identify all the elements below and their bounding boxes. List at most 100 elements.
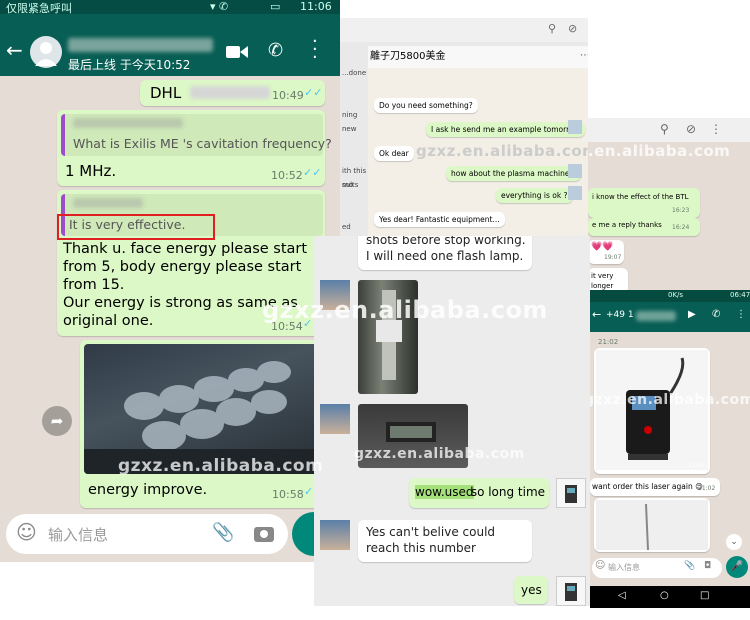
message-text: so long time — [467, 485, 546, 499]
message-text: longer — [591, 282, 614, 290]
message-time: 21:02 — [698, 485, 716, 492]
camera-icon[interactable] — [254, 524, 274, 542]
back-arrow-icon[interactable]: ← — [592, 308, 601, 321]
message-image: 21:07 — [594, 348, 710, 474]
middle-bottom-chat: shots before stop working. I will need o… — [314, 236, 590, 606]
mic-button[interactable]: 🎤 — [726, 556, 748, 578]
watermark: gzxz.en.alibaba.com — [416, 142, 588, 160]
home-nav-icon[interactable]: ○ — [660, 590, 669, 601]
emoji-icon[interactable]: ☺ — [595, 560, 605, 571]
message-input[interactable]: 输入信息 — [608, 562, 640, 573]
signal-icon: ▾ ✆ — [210, 0, 229, 13]
message-text: e me a reply thanks — [592, 221, 662, 229]
forward-icon[interactable]: ➦ — [42, 406, 72, 436]
watermark: gzxz.en.alibaba.com — [590, 392, 750, 408]
avatar — [568, 164, 582, 178]
contact-name: +49 1 — [606, 310, 634, 320]
snippet: sults — [342, 181, 359, 189]
avatar[interactable] — [30, 36, 62, 68]
message-in: shots before stop working. I will need o… — [358, 236, 532, 270]
message-text: 1 MHz. — [65, 162, 117, 180]
video-call-icon[interactable] — [226, 44, 248, 60]
recents-nav-icon[interactable]: □ — [700, 590, 709, 601]
menu-icon[interactable]: ⋮ — [710, 122, 722, 136]
message-time: 10:52 — [271, 169, 303, 182]
message-emoji: 💗💗 19:07 — [588, 240, 624, 264]
message-out: yes — [514, 576, 548, 604]
top-toolbar: ⚲ ⊘ — [340, 18, 588, 42]
device-photo[interactable] — [596, 500, 708, 550]
snippet: ...done — [342, 69, 367, 77]
watermark: gzxz.en.alibaba.com — [354, 446, 525, 462]
scroll-down-button[interactable]: ⌄ — [726, 534, 742, 550]
message-input-bar[interactable]: ☺ 输入信息 📎 ◘ — [592, 558, 722, 578]
menu-dots-icon[interactable]: ⋯ — [580, 50, 588, 61]
attach-icon[interactable]: ⊘ — [568, 22, 577, 35]
attach-icon[interactable]: ⊘ — [686, 122, 696, 136]
network-speed: 0K/s — [668, 291, 684, 299]
side-snippets: ...done ning new ith this mo sults ed po… — [340, 58, 368, 231]
search-icon[interactable]: ⚲ — [548, 22, 556, 35]
message-input[interactable]: 输入信息 — [48, 524, 108, 545]
search-icon[interactable]: ⚲ — [660, 122, 669, 136]
message-text: Yes can't belive could reach this number — [366, 525, 496, 555]
date-chip: 21:02 — [598, 338, 619, 346]
message-input-bar[interactable]: ☺ 输入信息 📎 — [6, 514, 288, 554]
right-top-chat: ⚲ ⊘ ⋮ i know the effect of the BTL 16:23… — [588, 118, 750, 290]
message-in: Do you need something? — [374, 98, 478, 113]
message-time: 10:58 — [272, 488, 304, 501]
middle-top-chat: ...done ning new ith this mo sults ed po… — [340, 18, 588, 236]
back-arrow-icon[interactable]: ← — [6, 38, 23, 62]
message-in: Yes dear! Fantastic equipment... — [374, 212, 505, 227]
message-out: e me a reply thanks 16:24 — [588, 218, 700, 236]
chat-panel: 離子刀5800美金 ⋯ Do you need something? I ask… — [368, 46, 588, 236]
avatar — [320, 520, 350, 550]
menu-dots-icon[interactable]: ⋮ — [736, 309, 746, 320]
status-time: 06:47 — [730, 291, 750, 299]
right-bottom-phone: 0K/s 06:47 ← +49 1 ▶ ✆ ⋮ 21:02 21:07 wan… — [590, 290, 750, 608]
message-text: DHL — [150, 84, 182, 102]
chat-header-title: 離子刀5800美金 — [368, 46, 588, 68]
phone-call-icon[interactable]: ✆ — [268, 40, 283, 61]
message-in: Yes can't belive could reach this number — [358, 520, 532, 562]
attach-icon[interactable]: 📎 — [212, 522, 234, 543]
quote-text: It is very effective. — [69, 217, 186, 232]
machine-photo[interactable] — [84, 344, 321, 474]
status-time: 11:06 — [300, 0, 332, 13]
avatar — [556, 576, 586, 606]
message-text: want order this laser again 😊 — [592, 482, 703, 491]
message-in: want order this laser again 😊 21:02 — [590, 478, 720, 496]
message-reply-frequency: What is Exilis ME 's cavitation frequenc… — [57, 110, 332, 186]
nav-bar: ◁ ○ □ — [590, 586, 750, 608]
message-time: 10:49 — [272, 89, 304, 102]
quote-author-redacted — [73, 118, 183, 128]
message-in: Ok dear — [374, 146, 414, 161]
avatar — [556, 478, 586, 508]
avatar — [568, 186, 582, 200]
status-bar: 仅限紧急呼叫 ▾ ✆ ▭ 11:06 — [0, 0, 340, 15]
laser-machine-photo[interactable] — [596, 350, 708, 470]
message-out: everything is ok ? — [496, 188, 573, 203]
top-toolbar: ⚲ ⊘ ⋮ — [588, 118, 750, 142]
camera-icon[interactable]: ◘ — [704, 561, 711, 571]
message-image: energy improve. 10:58 ✓✓ — [80, 340, 325, 508]
message-time: 19:07 — [604, 254, 622, 261]
message-text-highlight: wow.used — [415, 485, 474, 499]
message-text: yes — [521, 583, 542, 597]
read-ticks-icon: ✓✓ — [303, 166, 322, 179]
emoji-icon[interactable]: ☺ — [16, 520, 37, 544]
watermark: gzxz.en.alibaba.com — [118, 456, 324, 476]
quote-author-redacted — [73, 198, 143, 208]
snippet: ning new — [342, 111, 358, 133]
message-time: 21:07 — [688, 462, 706, 469]
watermark: gzxz.en.alibaba.com — [588, 142, 731, 160]
phone-call-icon[interactable]: ✆ — [712, 309, 720, 320]
video-call-icon[interactable]: ▶ — [688, 309, 696, 320]
attach-icon[interactable]: 📎 — [684, 561, 695, 571]
menu-dots-icon[interactable]: · · · — [312, 33, 318, 67]
read-ticks-icon: ✓✓ — [304, 86, 323, 99]
back-nav-icon[interactable]: ◁ — [618, 590, 626, 601]
message-text: shots before stop working. I will need o… — [366, 236, 526, 263]
message-in: it very longer — [588, 268, 628, 290]
chat-header: ← 最后上线 于今天10:52 ✆ · · · — [0, 14, 340, 76]
